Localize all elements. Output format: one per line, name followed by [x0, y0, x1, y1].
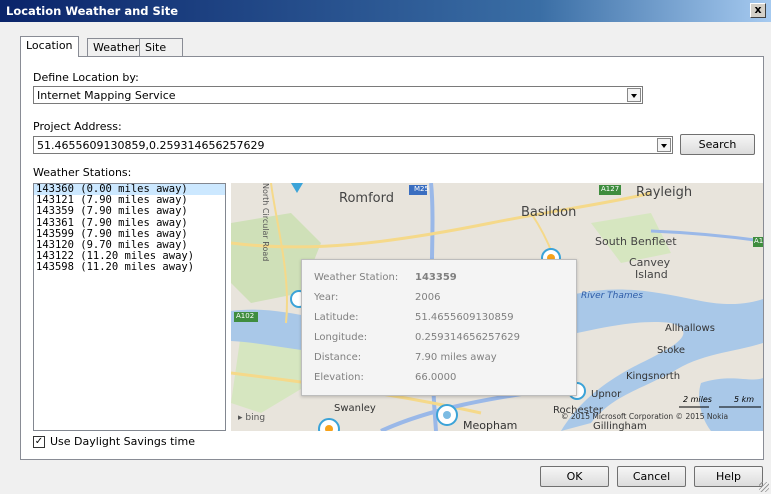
checkmark-icon[interactable]: ✓	[33, 436, 45, 448]
project-address-label: Project Address:	[33, 120, 122, 133]
window-title: Location Weather and Site	[6, 4, 179, 18]
station-info-popup: Weather Station: 143359 Year: 2006 Latit…	[301, 259, 577, 396]
popup-station-key: Weather Station:	[314, 272, 399, 283]
bing-text: bing	[245, 413, 266, 423]
place-gillingham: Gillingham	[593, 421, 647, 431]
popup-latitude-value: 51.4655609130859	[415, 312, 514, 323]
map-view[interactable]: M25 A127 A102 A1 Romford Basildon Raylei…	[231, 183, 763, 431]
ok-button[interactable]: OK	[540, 466, 609, 487]
define-location-label: Define Location by:	[33, 71, 139, 84]
popup-station-value: 143359	[415, 272, 457, 283]
location-panel: Define Location by: Internet Mapping Ser…	[20, 56, 764, 460]
place-meopham: Meopham	[463, 419, 518, 431]
cancel-button[interactable]: Cancel	[617, 466, 686, 487]
chevron-down-icon[interactable]	[627, 88, 641, 102]
popup-latitude-key: Latitude:	[314, 312, 359, 323]
popup-distance-value: 7.90 miles away	[415, 352, 497, 363]
place-romford: Romford	[339, 191, 394, 206]
road-label-a102: A102	[236, 312, 255, 320]
place-south-benfleet: South Benfleet	[595, 235, 677, 248]
scale-km: 5 km	[734, 395, 755, 404]
close-button[interactable]: x	[750, 3, 766, 18]
popup-year-key: Year:	[314, 292, 339, 303]
popup-longitude-key: Longitude:	[314, 332, 368, 343]
place-basildon: Basildon	[521, 205, 577, 220]
popup-elevation-value: 66.0000	[415, 372, 457, 383]
popup-elevation-key: Elevation:	[314, 372, 364, 383]
search-button[interactable]: Search	[680, 134, 755, 155]
weather-stations-list[interactable]: 143360 (0.00 miles away) 143121 (7.90 mi…	[33, 183, 226, 431]
resize-grip[interactable]	[759, 482, 769, 492]
define-location-select[interactable]: Internet Mapping Service	[33, 86, 643, 104]
weather-stations-label: Weather Stations:	[33, 166, 132, 179]
place-kingsnorth: Kingsnorth	[626, 371, 681, 382]
place-stoke: Stoke	[657, 345, 685, 356]
popup-year-value: 2006	[415, 292, 441, 303]
map-copyright: © 2015 Microsoft Corporation © 2015 Noki…	[561, 412, 729, 421]
road-north-circular: North Circular Road	[261, 183, 270, 262]
project-address-input[interactable]: 51.4655609130859,0.259314656257629	[33, 136, 673, 154]
place-swanley: Swanley	[334, 403, 376, 414]
tab-location[interactable]: Location	[20, 36, 79, 57]
place-allhallows: Allhallows	[665, 323, 715, 334]
place-upnor: Upnor	[591, 389, 622, 400]
list-item[interactable]: 143359 (7.90 miles away)	[34, 206, 225, 217]
daylight-savings-label: Use Daylight Savings time	[50, 435, 195, 448]
road-label-a13: A1	[754, 237, 763, 245]
help-button[interactable]: Help	[694, 466, 763, 487]
chevron-down-icon[interactable]	[657, 138, 671, 152]
bing-icon: ▸	[238, 413, 243, 423]
define-location-value: Internet Mapping Service	[37, 89, 176, 102]
road-label-m25: M25	[414, 185, 429, 193]
project-address-value: 51.4655609130859,0.259314656257629	[37, 139, 265, 152]
bing-logo: ▸ bing	[238, 413, 265, 423]
scale-miles: 2 miles	[683, 395, 712, 404]
popup-longitude-value: 0.259314656257629	[415, 332, 520, 343]
tab-site[interactable]: Site	[139, 38, 183, 56]
place-rayleigh: Rayleigh	[636, 185, 693, 200]
place-river-thames: River Thames	[581, 291, 643, 301]
tab-weather[interactable]: Weather	[87, 38, 146, 56]
list-item[interactable]: 143598 (11.20 miles away)	[34, 262, 225, 273]
popup-distance-key: Distance:	[314, 352, 362, 363]
road-label-a127: A127	[601, 185, 620, 193]
place-island: Island	[635, 268, 668, 281]
title-bar: Location Weather and Site x	[0, 0, 771, 22]
